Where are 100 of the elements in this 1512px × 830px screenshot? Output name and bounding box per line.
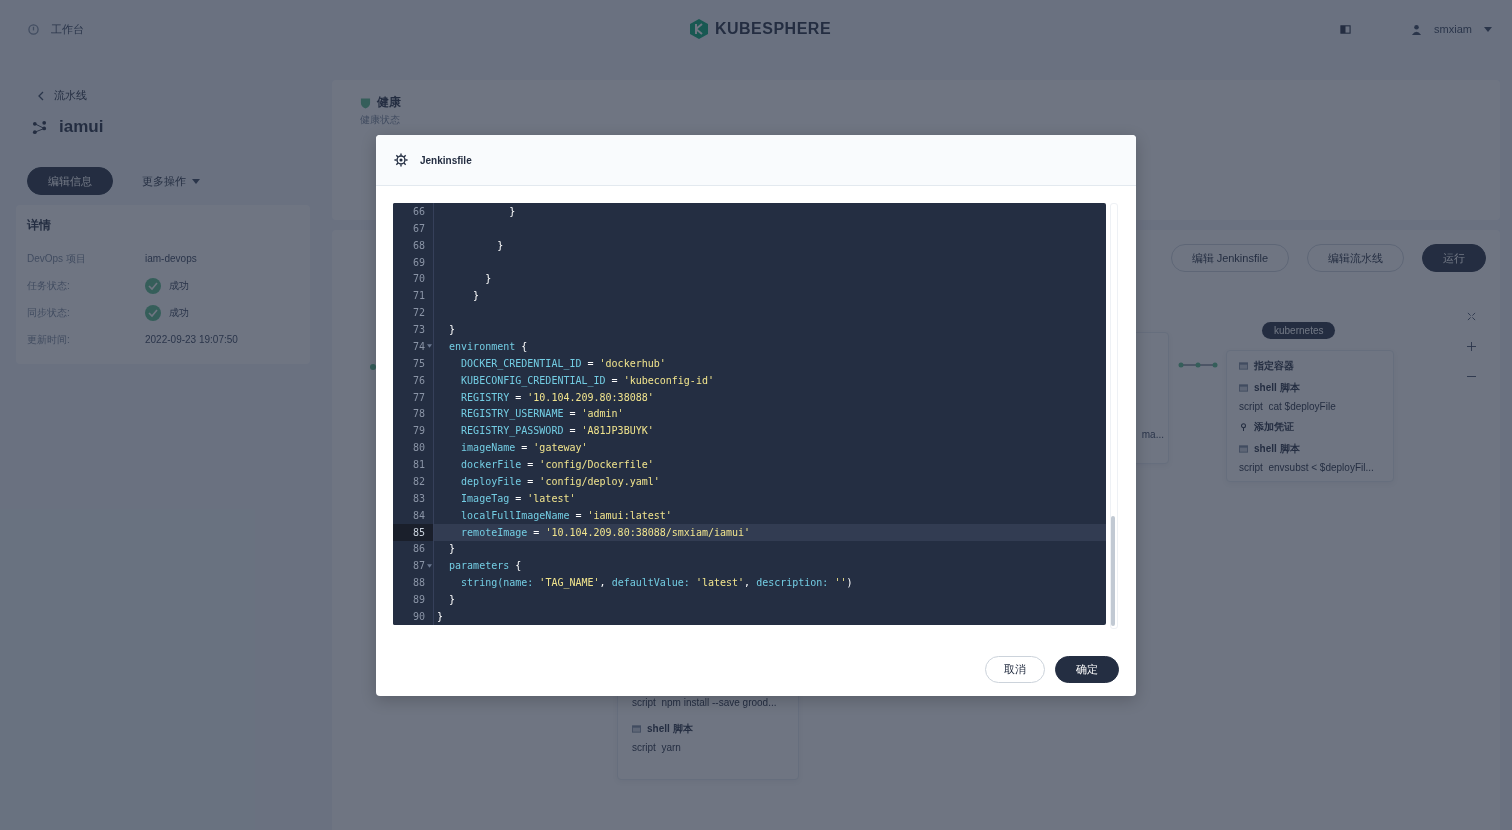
detail-value: 成功 (169, 305, 189, 320)
code-line: } (448, 594, 456, 606)
success-icon (145, 277, 161, 294)
line-number: 83 (412, 492, 425, 504)
success-icon (145, 304, 161, 321)
logo-icon (688, 18, 709, 40)
step-script: script cat $deployFile (1239, 401, 1337, 412)
back-link[interactable]: 流水线 (54, 88, 87, 103)
scrollbar-thumb[interactable] (1111, 516, 1115, 626)
toolbar-button[interactable]: 编辑 Jenkinsfile (1170, 244, 1289, 272)
code-line: environment { (448, 340, 528, 352)
dialog-button[interactable]: 取消 (985, 656, 1045, 683)
code-line: REGISTRY_USERNAME = 'admin' (460, 408, 624, 420)
step-title: shell 脚本 (1254, 381, 1300, 395)
step-title: 指定容器 (1254, 359, 1294, 373)
line-number: 66 (412, 205, 425, 217)
toolbar-button[interactable]: 编辑流水线 (1307, 244, 1404, 272)
code-editor[interactable] (393, 203, 1106, 625)
caret-icon (192, 178, 200, 184)
step-title: shell 脚本 (647, 722, 693, 736)
code-line: } (508, 205, 516, 217)
back-icon[interactable] (38, 90, 44, 101)
line-number: 77 (412, 391, 425, 403)
terminal-icon (632, 725, 641, 733)
terminal-icon (1239, 384, 1248, 392)
code-line: } (448, 324, 456, 336)
terminal-icon (1239, 362, 1248, 370)
detail-value: 成功 (169, 278, 189, 293)
dashboard-icon[interactable] (28, 23, 39, 35)
line-number: 67 (412, 222, 425, 234)
gear-icon (394, 153, 408, 167)
action-button[interactable]: 更多操作 (127, 167, 215, 195)
line-number: 85 (412, 526, 425, 538)
code-line: REGISTRY_PASSWORD = 'A81JP3BUYK' (460, 425, 654, 437)
code-line: } (448, 543, 456, 555)
logo-text: KUBESPHERE (714, 20, 832, 38)
detail-value: iam-devops (145, 253, 197, 264)
key-icon (1239, 423, 1248, 431)
user-name[interactable]: smxiam (1434, 23, 1472, 35)
line-number: 68 (412, 239, 425, 251)
code-line: remoteImage = '10.104.209.80:38088/smxiam/iamui' (460, 526, 751, 538)
step-script: script npm install --save grood... (632, 697, 778, 708)
section-title: 详情 (27, 217, 52, 234)
line-number: 88 (412, 577, 425, 589)
fullscreen-icon[interactable] (1467, 312, 1476, 321)
line-number: 70 (412, 273, 425, 285)
code-line: } (484, 273, 492, 285)
step-title: shell 脚本 (1254, 442, 1300, 456)
line-number: 87 (412, 560, 425, 572)
line-number: 82 (412, 475, 425, 487)
line-number: 81 (412, 459, 425, 471)
pipeline-icon (32, 119, 47, 135)
line-number: 79 (412, 425, 425, 437)
dialog-title: Jenkinsfile (420, 154, 472, 166)
code-line: REGISTRY = '10.104.209.80:38088' (460, 391, 654, 403)
terminal-icon (1239, 445, 1248, 453)
line-number: 75 (412, 357, 425, 369)
user-icon (1411, 23, 1423, 35)
line-number: 80 (412, 442, 425, 454)
caret-icon[interactable] (1484, 26, 1492, 32)
line-number: 84 (412, 509, 425, 521)
line-number: 69 (412, 256, 425, 268)
step-title: 添加凭证 (1254, 420, 1294, 434)
line-number: 74 (412, 340, 425, 352)
connector-drawing (1178, 362, 1218, 368)
node-dot (370, 364, 376, 370)
line-number: 78 (412, 408, 425, 420)
step-script: script yarn (632, 742, 682, 753)
code-line: ImageTag = 'latest' (460, 492, 576, 504)
line-number: 76 (412, 374, 425, 386)
pipeline-title: iamui (59, 117, 104, 137)
code-line: imageName = 'gateway' (460, 442, 588, 454)
code-line: localFullImageName = 'iamui:latest' (460, 509, 672, 521)
code-line: deployFile = 'config/deploy.yaml' (460, 475, 660, 487)
line-number: 73 (412, 324, 425, 336)
step-text: ma... (1141, 429, 1164, 440)
fold-icon[interactable] (427, 563, 432, 568)
code-line: KUBECONFIG_CREDENTIAL_ID = 'kubeconfig-id' (460, 374, 714, 386)
line-number: 72 (412, 307, 425, 319)
dialog-button[interactable]: 确定 (1055, 656, 1119, 683)
step-script: script envsubst < $deployFil... (1239, 462, 1375, 473)
health-title: 健康 (377, 94, 401, 111)
code-line: string(name: 'TAG_NAME', defaultValue: 'latest', description: '') (460, 577, 853, 589)
zoom-in-icon[interactable] (1467, 342, 1476, 351)
line-number: 89 (412, 594, 425, 606)
detail-value: 2022-09-23 19:07:50 (145, 334, 238, 345)
line-number: 71 (412, 290, 425, 302)
fold-icon[interactable] (427, 344, 432, 349)
shield-icon (360, 96, 371, 109)
code-line: } (496, 239, 504, 251)
code-line: DOCKER_CREDENTIAL_ID = 'dockerhub' (460, 357, 666, 369)
line-number: 90 (412, 610, 425, 622)
code-line: parameters { (448, 560, 522, 572)
toolbar-button[interactable]: 运行 (1422, 244, 1486, 272)
code-line: } (472, 290, 480, 302)
toggle-icon[interactable] (1340, 23, 1352, 35)
action-button[interactable]: 编辑信息 (27, 167, 113, 195)
stage-tag: kubernetes (1262, 322, 1336, 339)
line-number: 86 (412, 543, 425, 555)
code-line: dockerFile = 'config/Dockerfile' (460, 459, 654, 471)
